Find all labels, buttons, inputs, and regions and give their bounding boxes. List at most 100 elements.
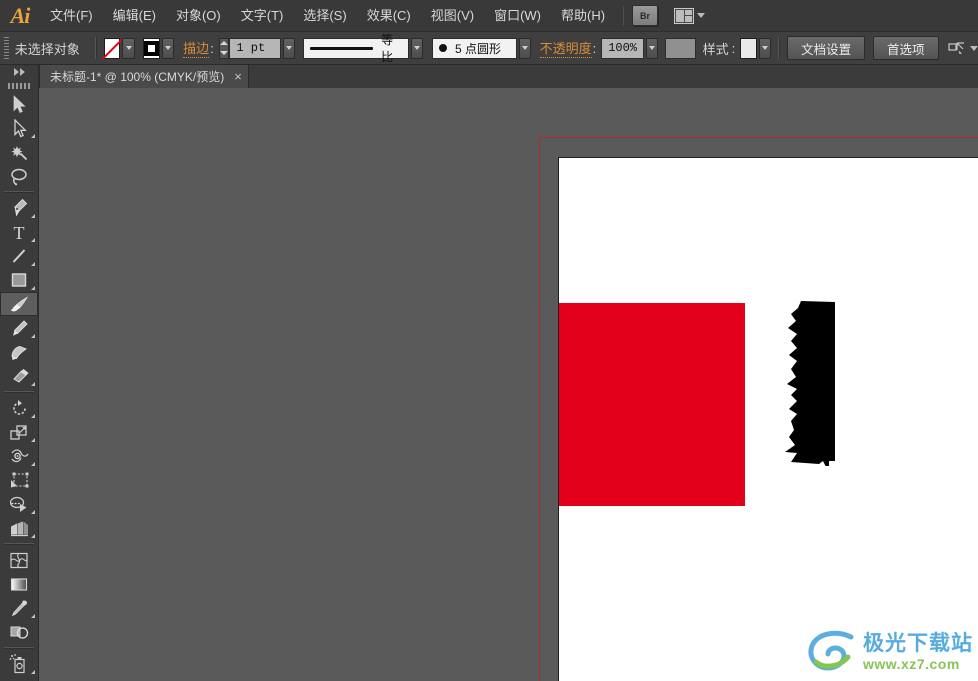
menu-help[interactable]: 帮助(H) (551, 0, 615, 31)
tool-direct-selection[interactable] (0, 116, 38, 140)
width-profile-dropdown-button[interactable] (411, 37, 424, 59)
shape-builder-icon (9, 496, 27, 512)
menu-object[interactable]: 对象(O) (166, 0, 231, 31)
stroke-panel-link[interactable]: 描边 (183, 38, 210, 58)
variable-width-profile-select[interactable]: 等比 (303, 33, 410, 64)
tool-column-graph[interactable] (0, 676, 38, 681)
tool-gradient[interactable] (0, 572, 38, 596)
tool-pen[interactable] (0, 196, 38, 220)
tool-flyout-indicator (31, 382, 35, 386)
brush-definition-select[interactable]: 5 点圆形 (432, 37, 517, 59)
tool-eraser[interactable] (0, 364, 38, 388)
tool-rotate[interactable] (0, 396, 38, 420)
selection-status-label: 未选择对象 (14, 41, 80, 57)
options-bar-drag-handle[interactable] (4, 37, 9, 59)
stroke-weight-stepper[interactable] (218, 37, 230, 59)
fill-color-swatch[interactable] (103, 37, 121, 59)
document-tab-bar: 未标题-1* @ 100% (CMYK/预览) × (0, 65, 978, 89)
arrange-documents-button[interactable] (674, 7, 706, 24)
paintbrush-icon (10, 295, 28, 311)
tool-shape-builder[interactable] (0, 492, 38, 516)
perspective-grid-icon (10, 521, 28, 536)
tool-flyout-indicator (31, 438, 35, 442)
rotate-icon (12, 399, 26, 415)
line-icon (12, 249, 26, 263)
tool-paintbrush[interactable] (0, 292, 38, 316)
tools-panel-drag-handle[interactable] (0, 79, 38, 92)
opacity-panel-link[interactable]: 不透明度 (539, 38, 592, 58)
brush-label: 5 点圆形 (455, 41, 502, 56)
align-to-pixel-grid-button[interactable] (948, 41, 978, 56)
menu-edit[interactable]: 编辑(E) (103, 0, 166, 31)
tool-perspective-grid[interactable] (0, 516, 38, 540)
gradient-icon (10, 577, 28, 591)
app-logo-icon: Ai (10, 2, 31, 28)
stroke-color-swatch[interactable] (142, 37, 160, 59)
red-rectangle[interactable] (559, 303, 745, 506)
menu-view[interactable]: 视图(V) (421, 0, 484, 31)
blob-brush-icon (11, 345, 27, 360)
divider (94, 37, 97, 59)
menu-effect[interactable]: 效果(C) (357, 0, 421, 31)
chevron-down-icon (969, 45, 978, 51)
pen-icon (13, 198, 27, 217)
graphic-style-dropdown-button[interactable] (759, 37, 772, 59)
stroke-dropdown-button[interactable] (161, 37, 174, 59)
document-setup-button[interactable]: 文档设置 (787, 36, 866, 60)
chevron-right-icon-2 (19, 68, 25, 76)
eraser-icon (13, 368, 29, 383)
document-canvas[interactable]: 极光下载站 www.xz7.com (39, 88, 978, 681)
preferences-button[interactable]: 首选项 (873, 36, 939, 60)
menu-type[interactable]: 文字(T) (231, 0, 294, 31)
fill-dropdown-button[interactable] (122, 37, 135, 59)
tool-pencil[interactable] (0, 316, 38, 340)
tool-magic-wand[interactable] (0, 140, 38, 164)
align-to-pixel-grid-icon (948, 41, 964, 54)
close-icon[interactable]: × (234, 70, 242, 83)
collapse-panel-button[interactable] (0, 65, 38, 79)
type-t-icon: T (14, 223, 25, 242)
opacity-dropdown-button[interactable] (646, 37, 659, 59)
document-tab[interactable]: 未标题-1* @ 100% (CMYK/预览) × (39, 65, 249, 88)
black-brush-stroke[interactable] (779, 301, 839, 466)
eyedropper-icon (11, 599, 28, 616)
stroke-weight-dropdown-button[interactable] (283, 37, 296, 59)
menu-window[interactable]: 窗口(W) (484, 0, 551, 31)
tool-flyout-indicator (31, 238, 35, 242)
tools-divider-1 (4, 191, 34, 193)
free-transform-icon (10, 472, 28, 487)
tool-flyout-indicator (31, 614, 35, 618)
menu-bar: Ai 文件(F) 编辑(E) 对象(O) 文字(T) 选择(S) 效果(C) 视… (0, 0, 978, 31)
tool-free-transform[interactable] (0, 468, 38, 492)
pencil-icon (12, 319, 28, 336)
tool-eyedropper[interactable] (0, 596, 38, 620)
opacity-slider-well[interactable] (664, 37, 697, 59)
tool-flyout-indicator (31, 534, 35, 538)
symbol-sprayer-icon (9, 654, 25, 674)
menu-select[interactable]: 选择(S) (293, 0, 356, 31)
tool-lasso[interactable] (0, 164, 38, 188)
mesh-icon (10, 552, 28, 568)
tools-panel: T (0, 65, 39, 681)
tools-divider-2 (4, 391, 34, 393)
tool-line-segment[interactable] (0, 244, 38, 268)
arrow-outline-icon (13, 118, 27, 137)
opacity-input[interactable]: 100% (601, 37, 645, 59)
tool-blend[interactable] (0, 620, 38, 644)
tool-type[interactable]: T (0, 220, 38, 244)
tool-width[interactable] (0, 444, 38, 468)
stroke-weight-input[interactable]: 1 pt (229, 37, 282, 59)
tool-flyout-indicator (31, 334, 35, 338)
tool-blob-brush[interactable] (0, 340, 38, 364)
tool-mesh[interactable] (0, 548, 38, 572)
width-icon (10, 449, 29, 463)
blend-icon (10, 626, 28, 639)
brush-dropdown-button[interactable] (518, 37, 531, 59)
tool-symbol-sprayer[interactable] (0, 652, 38, 676)
graphic-style-swatch[interactable] (740, 37, 758, 59)
menu-file[interactable]: 文件(F) (40, 0, 103, 31)
bridge-button[interactable]: Br (632, 5, 659, 26)
tool-scale[interactable] (0, 420, 38, 444)
tool-selection[interactable] (0, 92, 38, 116)
tool-rectangle[interactable] (0, 268, 38, 292)
